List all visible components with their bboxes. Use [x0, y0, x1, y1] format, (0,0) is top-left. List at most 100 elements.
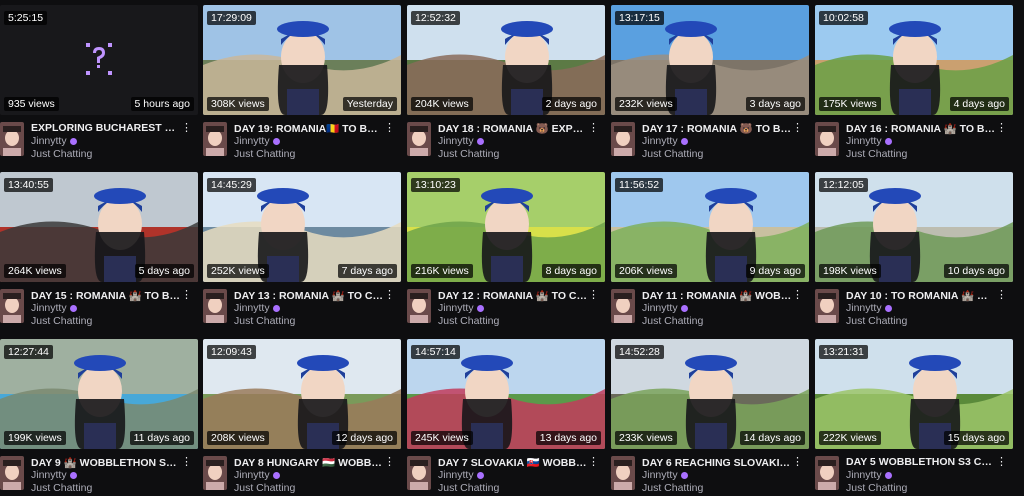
channel-name[interactable]: Jinnytty — [234, 469, 280, 481]
more-options-icon[interactable]: ⋮ — [996, 288, 1007, 301]
more-options-icon[interactable]: ⋮ — [181, 121, 192, 134]
video-thumbnail[interactable]: 12:12:05 198K views 10 days ago — [815, 172, 1013, 282]
channel-avatar[interactable] — [203, 122, 227, 156]
verified-icon — [680, 304, 688, 312]
more-options-icon[interactable]: ⋮ — [181, 288, 192, 301]
video-title[interactable]: DAY 13 : ROMANIA 🏰 TO CLUJ ... — [234, 289, 384, 302]
category-link[interactable]: Just Chatting — [642, 482, 703, 494]
channel-avatar[interactable] — [611, 456, 635, 490]
video-title[interactable]: DAY 16 : ROMANIA 🏰 TO BRAS... — [846, 122, 996, 135]
more-options-icon[interactable]: ⋮ — [384, 455, 395, 468]
video-title[interactable]: DAY 5 WOBBLETHON S3 CO... — [846, 456, 996, 468]
channel-name[interactable]: Jinnytty — [846, 469, 892, 481]
video-title[interactable]: DAY 9 🏰 WOBBLETHON S3 [PO... — [31, 456, 181, 469]
verified-icon — [272, 471, 280, 479]
upload-age: 13 days ago — [535, 431, 601, 445]
view-count: 204K views — [411, 97, 473, 111]
more-options-icon[interactable]: ⋮ — [384, 121, 395, 134]
channel-avatar[interactable] — [0, 289, 24, 323]
channel-avatar[interactable] — [407, 122, 431, 156]
category-link[interactable]: Just Chatting — [234, 482, 295, 494]
channel-name[interactable]: Jinnytty — [31, 302, 77, 314]
category-link[interactable]: Just Chatting — [31, 482, 92, 494]
category-link[interactable]: Just Chatting — [846, 148, 907, 160]
video-title[interactable]: DAY 8 HUNGARY 🇭🇺 WOBBLETH... — [234, 456, 384, 469]
channel-name[interactable]: Jinnytty — [31, 469, 77, 481]
channel-name[interactable]: Jinnytty — [234, 302, 280, 314]
category-link[interactable]: Just Chatting — [438, 315, 499, 327]
channel-name[interactable]: Jinnytty — [234, 135, 280, 147]
more-options-icon[interactable]: ⋮ — [792, 288, 803, 301]
video-title[interactable]: DAY 17 : ROMANIA 🐻 TO BRAS... — [642, 122, 792, 135]
channel-avatar[interactable] — [611, 122, 635, 156]
video-title[interactable]: DAY 15 : ROMANIA 🏰 TO BRAS... — [31, 289, 181, 302]
video-thumbnail[interactable]: 17:29:09 308K views Yesterday — [203, 5, 401, 115]
more-options-icon[interactable]: ⋮ — [996, 121, 1007, 134]
video-thumbnail[interactable]: 5:25:15 935 views 5 hours ago — [0, 5, 198, 115]
category-link[interactable]: Just Chatting — [31, 315, 92, 327]
channel-avatar[interactable] — [203, 289, 227, 323]
channel-name[interactable]: Jinnytty — [642, 135, 688, 147]
channel-avatar[interactable] — [0, 456, 24, 490]
video-thumbnail[interactable]: 13:10:23 216K views 8 days ago — [407, 172, 605, 282]
channel-name[interactable]: Jinnytty — [438, 135, 484, 147]
category-link[interactable]: Just Chatting — [438, 148, 499, 160]
video-thumbnail[interactable]: 14:45:29 252K views 7 days ago — [203, 172, 401, 282]
channel-name[interactable]: Jinnytty — [642, 302, 688, 314]
channel-name[interactable]: Jinnytty — [642, 469, 688, 481]
channel-avatar[interactable] — [0, 122, 24, 156]
category-link[interactable]: Just Chatting — [438, 482, 499, 494]
video-title[interactable]: DAY 10 : TO ROMANIA 🏰 WOB... — [846, 289, 996, 302]
video-thumbnail[interactable]: 12:09:43 208K views 12 days ago — [203, 339, 401, 449]
category-link[interactable]: Just Chatting — [846, 315, 907, 327]
video-thumbnail[interactable]: 12:52:32 204K views 2 days ago — [407, 5, 605, 115]
duration-badge: 14:45:29 — [207, 178, 256, 192]
channel-name[interactable]: Jinnytty — [846, 302, 892, 314]
video-thumbnail[interactable]: 13:17:15 232K views 3 days ago — [611, 5, 809, 115]
category-link[interactable]: Just Chatting — [234, 315, 295, 327]
video-title[interactable]: EXPLORING BUCHAREST BEFOR... — [31, 122, 181, 134]
category-link[interactable]: Just Chatting — [846, 482, 907, 494]
more-options-icon[interactable]: ⋮ — [588, 455, 599, 468]
duration-badge: 13:17:15 — [615, 11, 664, 25]
more-options-icon[interactable]: ⋮ — [384, 288, 395, 301]
verified-icon — [680, 137, 688, 145]
video-title[interactable]: DAY 18 : ROMANIA 🐻 EXPLORI... — [438, 122, 588, 135]
video-thumbnail[interactable]: 10:02:58 175K views 4 days ago — [815, 5, 1013, 115]
channel-avatar[interactable] — [611, 289, 635, 323]
category-link[interactable]: Just Chatting — [642, 315, 703, 327]
video-title[interactable]: DAY 19: ROMANIA🇷🇴 TO BUCHA... — [234, 122, 384, 135]
video-thumbnail[interactable]: 14:57:14 245K views 13 days ago — [407, 339, 605, 449]
video-thumbnail[interactable]: 13:21:31 222K views 15 days ago — [815, 339, 1013, 449]
more-options-icon[interactable]: ⋮ — [792, 121, 803, 134]
video-title[interactable]: DAY 7 SLOVAKIA 🇸🇰 WOBBLETH... — [438, 456, 588, 469]
video-title[interactable]: DAY 12 : ROMANIA 🏰 TO CLUJ ... — [438, 289, 588, 302]
category-link[interactable]: Just Chatting — [234, 148, 295, 160]
channel-avatar[interactable] — [203, 456, 227, 490]
verified-icon — [69, 471, 77, 479]
more-options-icon[interactable]: ⋮ — [181, 455, 192, 468]
video-title[interactable]: DAY 6 REACHING SLOVAKIA 🇸🇰 ... — [642, 456, 792, 469]
channel-name[interactable]: Jinnytty — [438, 302, 484, 314]
more-options-icon[interactable]: ⋮ — [588, 288, 599, 301]
video-thumbnail[interactable]: 11:56:52 206K views 9 days ago — [611, 172, 809, 282]
more-options-icon[interactable]: ⋮ — [792, 455, 803, 468]
channel-avatar[interactable] — [407, 456, 431, 490]
category-link[interactable]: Just Chatting — [31, 148, 92, 160]
channel-name[interactable]: Jinnytty — [438, 469, 484, 481]
more-options-icon[interactable]: ⋮ — [996, 455, 1007, 468]
channel-avatar[interactable] — [815, 122, 839, 156]
channel-avatar[interactable] — [407, 289, 431, 323]
video-title[interactable]: DAY 11 : ROMANIA 🏰 WOBBLET... — [642, 289, 792, 302]
video-thumbnail[interactable]: 12:27:44 199K views 11 days ago — [0, 339, 198, 449]
video-thumbnail[interactable]: 14:52:28 233K views 14 days ago — [611, 339, 809, 449]
channel-name-text: Jinnytty — [234, 135, 270, 147]
channel-avatar[interactable] — [815, 289, 839, 323]
view-count: 232K views — [615, 97, 677, 111]
channel-name[interactable]: Jinnytty — [846, 135, 892, 147]
category-link[interactable]: Just Chatting — [642, 148, 703, 160]
video-thumbnail[interactable]: 13:40:55 264K views 5 days ago — [0, 172, 198, 282]
channel-avatar[interactable] — [815, 456, 839, 490]
more-options-icon[interactable]: ⋮ — [588, 121, 599, 134]
channel-name[interactable]: Jinnytty — [31, 135, 77, 147]
